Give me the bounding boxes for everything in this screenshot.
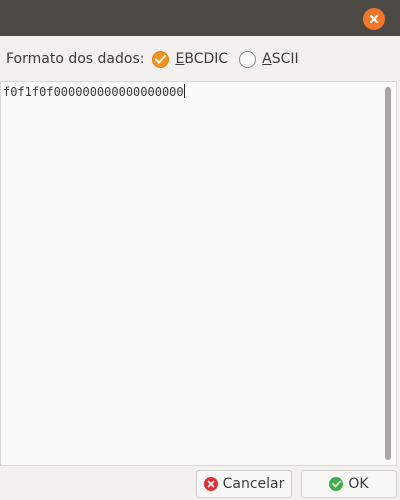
text-caret: [183, 84, 185, 98]
data-text-editor[interactable]: f0f1f0f000000000000000000: [0, 81, 397, 466]
close-button[interactable]: [363, 8, 385, 30]
button-bar: Cancelar OK: [0, 466, 400, 500]
check-icon: [329, 477, 344, 491]
radio-ascii[interactable]: ASCII: [239, 50, 299, 68]
radio-checked-icon: [152, 50, 170, 68]
titlebar: [0, 0, 400, 36]
dialog-window: Formato dos dados: EBCDIC ASCII f0f1f0f0…: [0, 0, 400, 500]
vertical-scrollbar[interactable]: [382, 84, 394, 463]
radio-ebcdic[interactable]: EBCDIC: [152, 50, 229, 68]
cancel-icon: [203, 477, 218, 491]
radio-unchecked-icon: [239, 50, 257, 68]
radio-ebcdic-label: EBCDIC: [175, 51, 229, 67]
scrollbar-thumb[interactable]: [385, 87, 391, 460]
data-format-row: Formato dos dados: EBCDIC ASCII: [6, 47, 310, 71]
cancel-button-label: Cancelar: [222, 476, 285, 492]
cancel-button[interactable]: Cancelar: [196, 470, 292, 498]
ok-button[interactable]: OK: [301, 470, 397, 498]
ok-button-label: OK: [348, 476, 369, 492]
radio-ascii-label: ASCII: [262, 51, 299, 67]
editor-content: f0f1f0f000000000000000000: [3, 84, 185, 99]
data-format-label: Formato dos dados:: [6, 51, 145, 67]
close-icon: [370, 15, 378, 23]
